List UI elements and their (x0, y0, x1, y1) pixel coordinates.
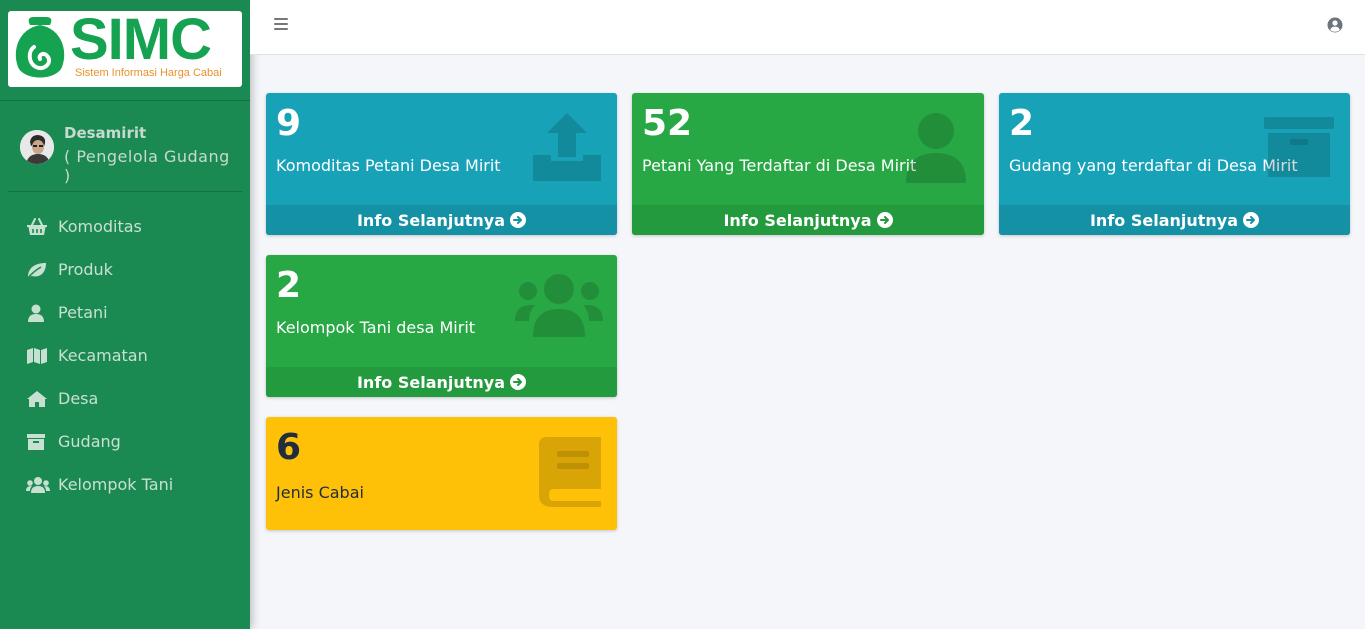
info-card-komoditas: 9 Komoditas Petani Desa Mirit Info Selan… (266, 93, 617, 235)
card-link-label: Info Selanjutnya (356, 372, 506, 392)
users-icon (26, 475, 50, 495)
brand-logo-text: SIMC (70, 11, 212, 72)
sidebar-item-label: Petani (58, 303, 108, 322)
card-count: 6 (276, 427, 302, 468)
sidebar-item-desa[interactable]: Desa (8, 377, 242, 420)
card-label: Jenis Cabai (276, 483, 364, 502)
card-label: Gudang yang terdaftar di Desa Mirit (1009, 156, 1298, 175)
card-more-info-link[interactable]: Info Selanjutnya (999, 205, 1350, 235)
sidebar-item-label: Kecamatan (58, 346, 148, 365)
arrow-circle-right-icon (876, 212, 893, 228)
sidebar-nav: Komoditas Produk Petani Kecamatan Desa G… (8, 205, 242, 506)
brand-area: SIMC Sistem Informasi Harga Cabai (0, 0, 250, 101)
basket-icon (26, 217, 50, 237)
sidebar-item-produk[interactable]: Produk (8, 248, 242, 291)
card-count: 52 (642, 103, 693, 144)
info-card-kelompok-tani: 2 Kelompok Tani desa Mirit Info Selanjut… (266, 255, 617, 397)
sidebar-item-gudang[interactable]: Gudang (8, 420, 242, 463)
user-icon (906, 111, 970, 187)
hamburger-icon[interactable] (274, 18, 288, 32)
map-icon (26, 346, 50, 366)
user-name[interactable]: Desamirit (64, 124, 146, 142)
card-label: Kelompok Tani desa Mirit (276, 318, 476, 337)
sidebar-item-kelompok-tani[interactable]: Kelompok Tani (8, 463, 242, 506)
brand-logo[interactable]: SIMC Sistem Informasi Harga Cabai (8, 11, 242, 87)
book-icon (539, 435, 603, 511)
sidebar-item-komoditas[interactable]: Komoditas (8, 205, 242, 248)
arrow-circle-right-icon (510, 212, 527, 228)
upload-icon (531, 111, 603, 187)
arrow-circle-right-icon (510, 374, 527, 390)
archive-icon (1264, 111, 1336, 181)
card-link-label: Info Selanjutnya (356, 210, 506, 230)
archive-icon (26, 432, 50, 452)
user-icon (26, 303, 50, 323)
user-role: ( Pengelola Gudang ) (64, 147, 230, 185)
info-card-petani: 52 Petani Yang Terdaftar di Desa Mirit I… (632, 93, 984, 235)
user-circle-icon[interactable] (1327, 17, 1343, 37)
sidebar: SIMC Sistem Informasi Harga Cabai Desami… (0, 0, 250, 629)
sidebar-item-petani[interactable]: Petani (8, 291, 242, 334)
arrow-circle-right-icon (1243, 212, 1260, 228)
info-card-jenis-cabai: 6 Jenis Cabai (266, 417, 617, 530)
sidebar-item-label: Desa (58, 389, 99, 408)
card-link-label: Info Selanjutnya (1089, 210, 1239, 230)
info-card-gudang: 2 Gudang yang terdaftar di Desa Mirit In… (999, 93, 1350, 235)
top-navbar (250, 0, 1365, 55)
home-icon (26, 389, 50, 409)
users-icon (515, 273, 603, 341)
card-link-label: Info Selanjutnya (723, 210, 872, 230)
sidebar-item-kecamatan[interactable]: Kecamatan (8, 334, 242, 377)
card-count: 2 (276, 265, 302, 306)
leaf-icon (26, 260, 50, 280)
chili-bag-logo-icon (15, 17, 65, 78)
sidebar-item-label: Gudang (58, 432, 121, 451)
user-panel: Desamirit ( Pengelola Gudang ) (8, 101, 242, 192)
card-count: 2 (1009, 103, 1035, 144)
card-more-info-link[interactable]: Info Selanjutnya (266, 205, 617, 235)
avatar[interactable] (20, 130, 54, 164)
brand-tagline: Sistem Informasi Harga Cabai (75, 67, 222, 79)
sidebar-item-label: Komoditas (58, 217, 142, 236)
sidebar-item-label: Kelompok Tani (58, 475, 174, 494)
card-more-info-link[interactable]: Info Selanjutnya (632, 205, 984, 235)
card-count: 9 (276, 103, 302, 144)
card-more-info-link[interactable]: Info Selanjutnya (266, 367, 617, 397)
sidebar-item-label: Produk (58, 260, 113, 279)
card-label: Petani Yang Terdaftar di Desa Mirit (642, 156, 917, 175)
card-label: Komoditas Petani Desa Mirit (276, 156, 501, 175)
avatar-image-icon (20, 130, 54, 164)
